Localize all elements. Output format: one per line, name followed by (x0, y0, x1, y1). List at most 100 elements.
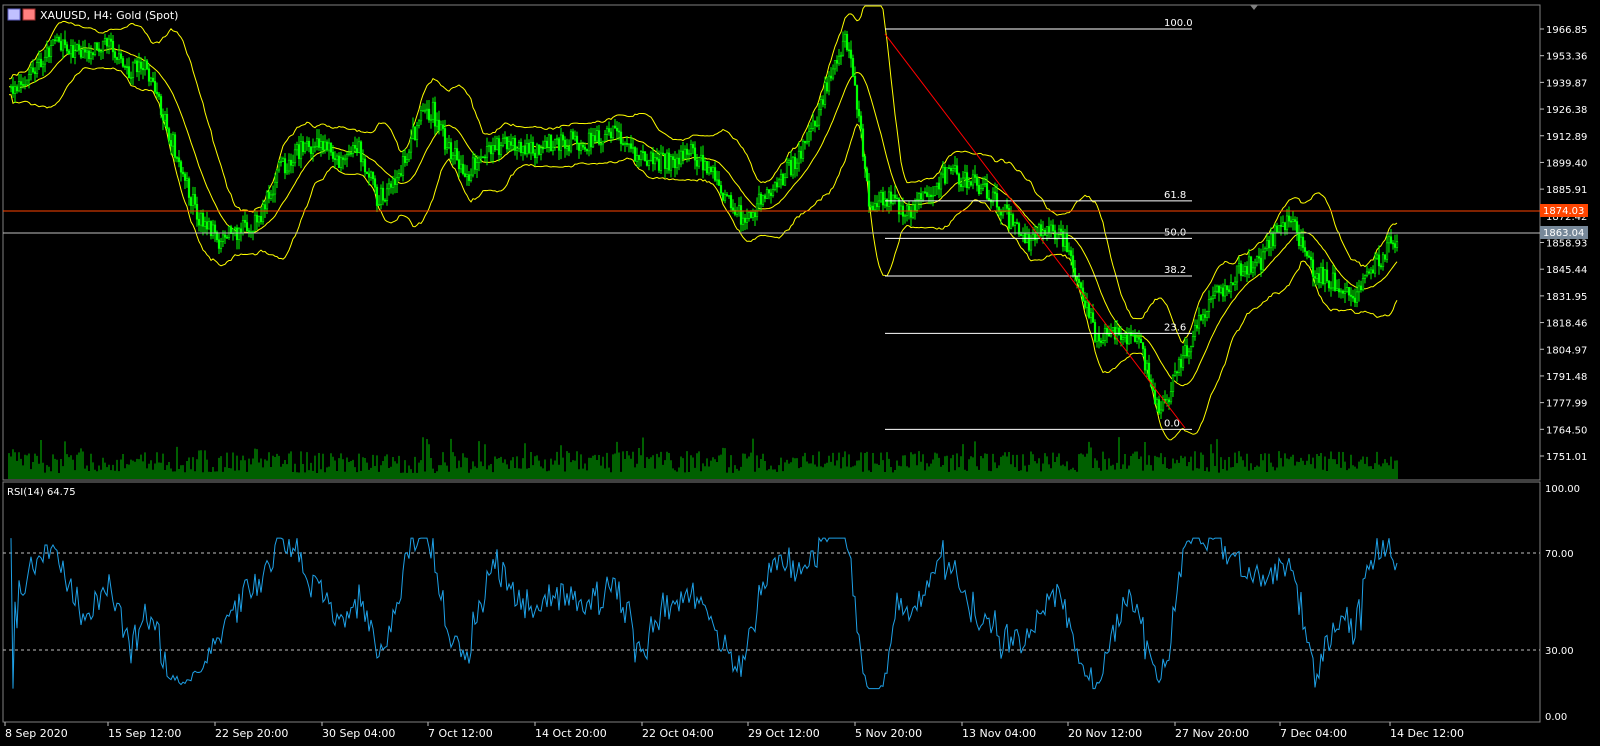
candle-body (1243, 266, 1247, 273)
candle-body (975, 176, 979, 186)
candle-body (571, 131, 575, 140)
candle-body (325, 141, 329, 151)
candle-body (601, 140, 605, 145)
candle-body (351, 145, 355, 154)
candle-body (61, 39, 65, 51)
candle-body (747, 211, 751, 219)
candle-body (477, 157, 481, 163)
candle-body (69, 45, 73, 55)
candle-body (549, 134, 553, 152)
chart-window[interactable]: XAUUSD, H4: Gold (Spot) 100.0 61.8 50.0 38.… (0, 0, 1600, 742)
candle-body (533, 152, 537, 159)
candle-body (1125, 334, 1129, 345)
time-tick-label: 14 Dec 12:00 (1390, 727, 1464, 740)
candle-body (1111, 327, 1115, 331)
candle-body (81, 49, 85, 58)
volume-bars (8, 437, 1398, 479)
candle-body (833, 60, 837, 70)
candle-body (813, 120, 817, 127)
candle-body (539, 147, 543, 155)
candle-body (741, 217, 745, 225)
candle-body (1083, 300, 1087, 308)
candle-body (1315, 273, 1319, 279)
time-tick-label: 27 Nov 20:00 (1175, 727, 1249, 740)
candle-body (459, 163, 463, 170)
candle-body (1179, 358, 1183, 368)
candle-body (551, 146, 555, 152)
candle-body (287, 159, 291, 172)
candle-body (403, 156, 407, 163)
candle-body (1237, 263, 1241, 267)
candle-body (1047, 226, 1051, 234)
candle-body (175, 157, 179, 159)
candle-body (1033, 234, 1037, 241)
candle-body (1161, 398, 1165, 411)
candle-body (397, 173, 401, 179)
candle-body (1177, 358, 1181, 373)
candle-body (163, 113, 167, 121)
candle-body (113, 51, 117, 58)
candle-body (721, 192, 725, 201)
candle-body (737, 205, 741, 212)
candle-body (1257, 256, 1261, 259)
candle-body (939, 173, 943, 190)
main-chart-frame (2, 4, 1541, 481)
candle-body (423, 109, 427, 112)
candle-body (781, 173, 785, 186)
time-tick-label: 5 Nov 20:00 (855, 727, 922, 740)
candle-body (1299, 236, 1303, 246)
candle-body (793, 156, 797, 170)
fibonacci-trend-line[interactable] (884, 33, 1186, 429)
candle-body (1221, 287, 1225, 297)
candle-body (327, 142, 331, 151)
candle-body (1333, 272, 1337, 291)
candle-body (385, 188, 389, 201)
candle-body (1367, 271, 1371, 274)
candle-body (1393, 243, 1397, 248)
candle-body (931, 195, 935, 197)
candle-body (1219, 287, 1223, 293)
candle-body (199, 212, 203, 226)
candle-body (281, 158, 285, 162)
candle-body (65, 44, 69, 52)
candle-body (1035, 235, 1039, 241)
candle-body (825, 82, 829, 92)
candle-body (63, 39, 67, 45)
candle-body (67, 50, 71, 55)
candle-body (1087, 301, 1091, 318)
candle-body (381, 187, 385, 201)
candle-body (1335, 288, 1339, 291)
candle-body (45, 47, 49, 58)
candle-body (1313, 276, 1317, 279)
candle-body (1227, 289, 1231, 292)
candle-body (617, 130, 621, 133)
time-tick-label: 30 Sep 04:00 (322, 727, 395, 740)
candle-body (1379, 265, 1383, 268)
time-tick-label: 7 Oct 12:00 (428, 727, 493, 740)
candle-body (23, 84, 27, 86)
candle-body (1181, 355, 1185, 368)
svg-text:1863.04: 1863.04 (1543, 228, 1584, 239)
candle-body (245, 222, 249, 232)
candle-body (783, 177, 787, 186)
candle-body (263, 204, 267, 210)
candle-body (977, 185, 981, 195)
candle-body (1291, 219, 1295, 222)
chart-shift-marker-icon[interactable] (1250, 5, 1258, 10)
candle-body (1207, 299, 1211, 312)
bollinger-lower (8, 67, 1398, 441)
current-price-tag: 1874.03 (1540, 204, 1588, 217)
candle-body (407, 151, 411, 160)
candle-body (729, 195, 733, 209)
candle-body (1027, 233, 1031, 251)
candle-body (661, 152, 665, 155)
candle-body (221, 234, 225, 242)
candle-body (917, 193, 921, 200)
candle-body (877, 200, 881, 208)
candle-body (235, 227, 239, 240)
chart-canvas[interactable]: XAUUSD, H4: Gold (Spot) 100.061.850.038.… (0, 0, 1600, 742)
candle-body (111, 41, 115, 53)
candle-body (1085, 301, 1089, 308)
candle-body (907, 205, 911, 211)
candle-body (725, 194, 729, 196)
